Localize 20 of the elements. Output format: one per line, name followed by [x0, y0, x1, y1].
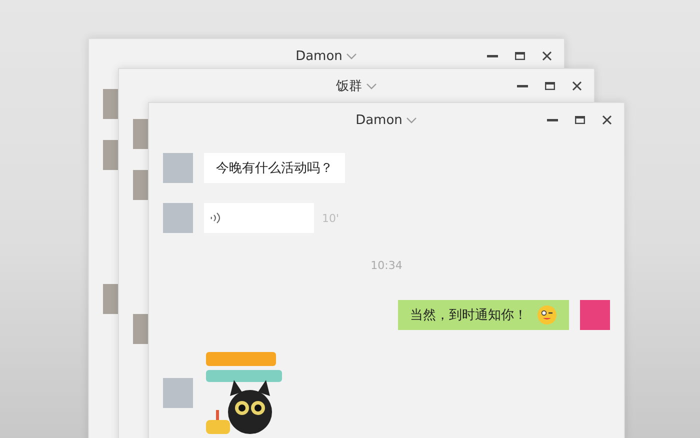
maximize-icon[interactable] — [545, 82, 555, 90]
window-title[interactable]: 饭群 — [336, 77, 362, 95]
timestamp: 10:34 — [370, 259, 402, 272]
maximize-icon[interactable] — [575, 116, 585, 124]
minimize-icon[interactable] — [547, 118, 558, 122]
minimize-icon[interactable] — [517, 84, 528, 88]
chevron-down-icon[interactable] — [346, 52, 358, 60]
close-icon[interactable] — [602, 115, 612, 125]
close-icon[interactable] — [542, 51, 552, 61]
minimize-icon[interactable] — [487, 54, 498, 58]
window-title[interactable]: Damon — [296, 48, 342, 64]
winking-emoji-icon — [537, 305, 557, 325]
window-title[interactable]: Damon — [356, 112, 402, 128]
message-text: 今晚有什么活动吗？ — [216, 160, 333, 177]
close-icon[interactable] — [572, 81, 582, 91]
message-text: 当然，到时通知你！ — [410, 307, 527, 324]
chevron-down-icon[interactable] — [366, 82, 377, 90]
chevron-down-icon[interactable] — [406, 116, 418, 124]
sound-wave-icon — [210, 212, 220, 224]
maximize-icon[interactable] — [515, 52, 525, 60]
